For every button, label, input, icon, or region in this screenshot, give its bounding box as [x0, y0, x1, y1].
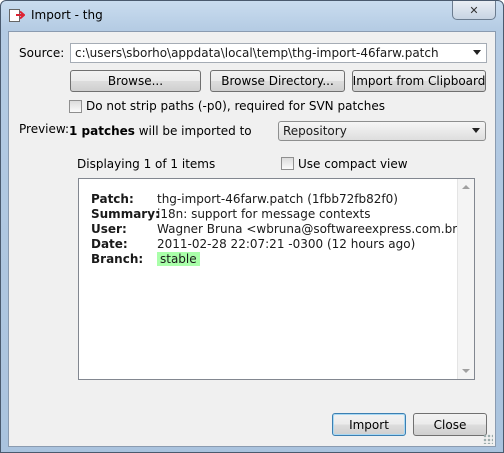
patch-row: Patch: thg-import-46farw.patch (1fbb72fb8…: [91, 192, 398, 206]
branch-key: Branch:: [91, 252, 144, 266]
summary-key: Summary:: [91, 207, 160, 221]
patch-key: Patch:: [91, 192, 134, 206]
compact-view-checkbox[interactable]: [281, 157, 294, 170]
source-combobox[interactable]: c:\users\sborho\appdata\local\temp\thg-i…: [70, 43, 487, 63]
no-strip-label: Do not strip paths (-p0), required for S…: [86, 99, 385, 113]
summary-row: Summary:i18n: support for message contex…: [91, 207, 371, 221]
patch-count-suffix: will be imported to: [138, 124, 252, 138]
window-title: Import - thg: [31, 8, 103, 22]
close-button[interactable]: Close: [413, 413, 487, 436]
resize-grip-icon[interactable]: [483, 434, 493, 444]
date-value: 2011-02-28 22:07:21 -0300 (12 hours ago): [157, 237, 416, 251]
import-dialog: Import - thg ✕ Source: c:\users\sborho\a…: [0, 0, 504, 453]
window-close-button[interactable]: ✕: [452, 1, 496, 20]
patch-value: thg-import-46farw.patch (1fbb72fb82f0): [157, 192, 398, 206]
date-key: Date:: [91, 237, 128, 251]
patch-count: 1 patches: [69, 124, 135, 138]
preview-label: Preview:: [19, 122, 70, 136]
displaying-count: Displaying 1 of 1 items: [77, 157, 216, 171]
source-value: c:\users\sborho\appdata\local\temp\thg-i…: [75, 46, 439, 60]
import-button[interactable]: Import: [332, 413, 406, 436]
chevron-down-icon: [472, 128, 480, 133]
scroll-down-icon[interactable]: [462, 369, 470, 373]
scroll-up-icon[interactable]: [462, 185, 470, 189]
chevron-down-icon: [473, 50, 481, 55]
source-label: Source:: [19, 46, 65, 60]
browse-button[interactable]: Browse...: [70, 70, 201, 92]
preview-scrollbar[interactable]: [457, 179, 474, 379]
close-icon: ✕: [469, 3, 479, 17]
no-strip-checkbox[interactable]: [69, 100, 82, 113]
target-value: Repository: [283, 124, 347, 138]
dialog-body: Source: c:\users\sborho\appdata\local\te…: [8, 31, 496, 447]
browse-directory-button[interactable]: Browse Directory...: [210, 70, 345, 92]
app-icon: [9, 9, 25, 22]
branch-row: Branch: stable: [91, 252, 200, 266]
user-key: User:: [91, 222, 127, 236]
summary-value: i18n: support for message contexts: [157, 207, 371, 221]
patch-count-text: 1 patches will be imported to: [69, 124, 252, 138]
branch-badge: stable: [157, 252, 200, 266]
patch-preview-pane[interactable]: Patch: thg-import-46farw.patch (1fbb72fb8…: [78, 178, 475, 380]
title-bar[interactable]: Import - thg ✕: [1, 1, 503, 31]
compact-view-label: Use compact view: [298, 157, 408, 171]
date-row: Date: 2011-02-28 22:07:21 -0300 (12 hours…: [91, 237, 415, 251]
user-row: User: Wagner Bruna <wbruna@softwareexpres…: [91, 222, 467, 236]
target-combobox[interactable]: Repository: [278, 121, 486, 141]
import-from-clipboard-button[interactable]: Import from Clipboard: [352, 70, 486, 92]
user-value: Wagner Bruna <wbruna@softwareexpress.com…: [157, 222, 468, 236]
